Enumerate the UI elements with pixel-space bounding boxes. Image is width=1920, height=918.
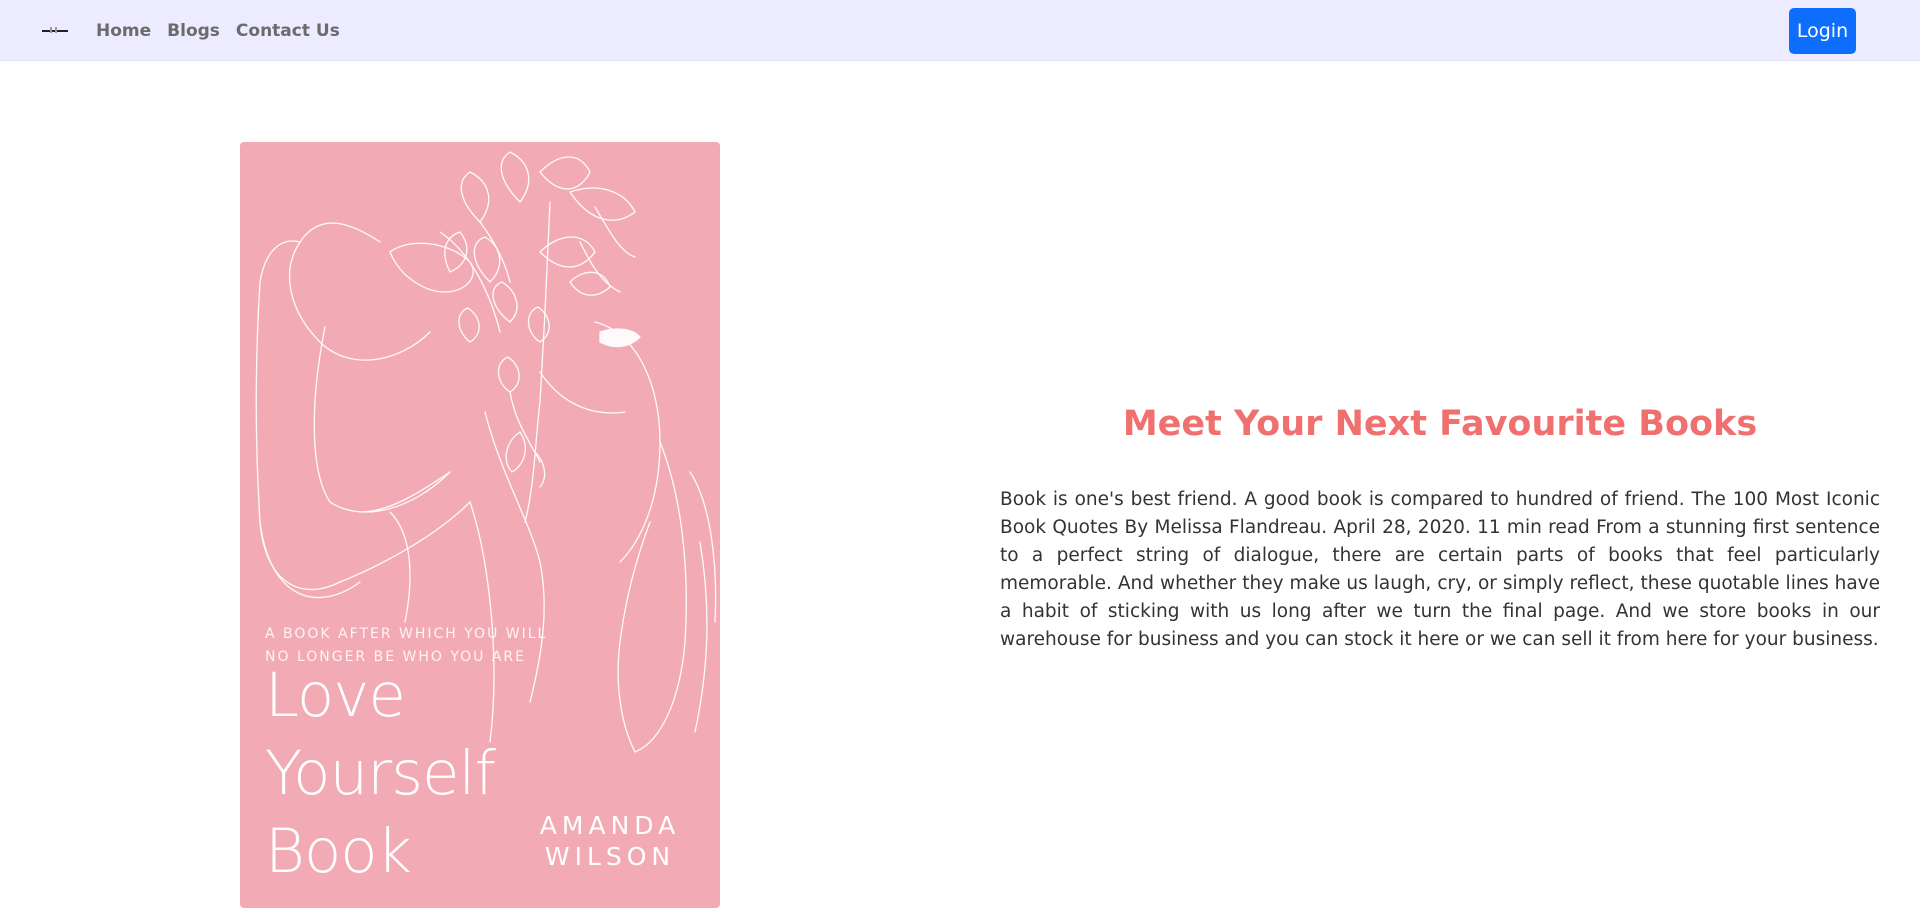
hero-body-text: Book is one's best friend. A good book i… <box>1000 489 1880 650</box>
brand-logo-icon[interactable] <box>40 22 72 40</box>
nav-link-blogs[interactable]: Blogs <box>167 21 220 41</box>
nav-link-contact-us[interactable]: Contact Us <box>236 21 340 41</box>
book-author: AMANDA WILSON <box>539 811 681 871</box>
nav-links: Home Blogs Contact Us <box>96 0 340 61</box>
book-cover-image: A BOOK AFTER WHICH YOU WILL NO LONGER BE… <box>240 142 720 908</box>
hero-heading: Meet Your Next Favourite Books <box>1122 404 1758 444</box>
nav-link-home[interactable]: Home <box>96 21 151 41</box>
login-button[interactable]: Login <box>1789 8 1856 54</box>
top-navbar: Home Blogs Contact Us Login <box>0 0 1920 61</box>
